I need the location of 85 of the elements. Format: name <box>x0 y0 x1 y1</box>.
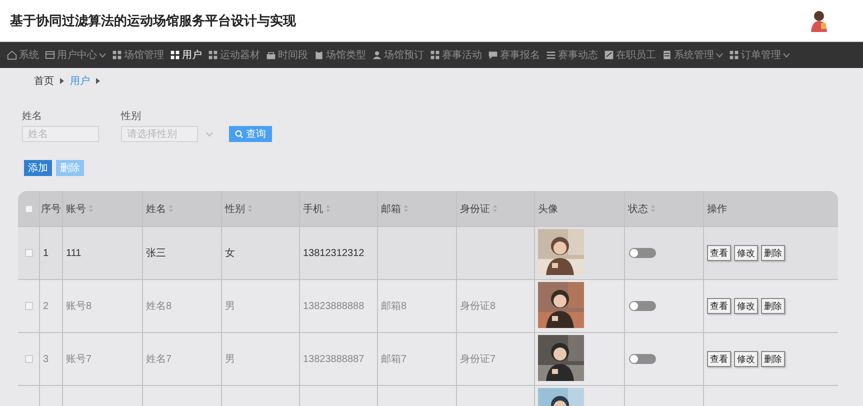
toggle-switch[interactable] <box>629 354 656 364</box>
grid-icon <box>208 50 218 60</box>
bag-icon <box>266 50 276 60</box>
view-button[interactable]: 查看 <box>707 351 731 367</box>
nav-item[interactable]: 在职员工 <box>601 42 659 68</box>
table-cell-text: 姓名7 <box>146 353 172 366</box>
table-cell-text: 邮箱8 <box>381 300 407 313</box>
table-cell-text: 男 <box>225 300 235 313</box>
chevron-right-icon <box>60 78 64 84</box>
avatar-icon[interactable] <box>809 10 829 32</box>
home-icon <box>7 50 17 60</box>
table-cell: 13823888887 <box>303 354 364 364</box>
delete-button[interactable]: 删除 <box>761 298 785 314</box>
column-header[interactable]: 性别 <box>225 202 245 216</box>
nav-item[interactable]: 用户 <box>167 42 205 68</box>
nav-item[interactable]: 场馆预订 <box>369 42 427 68</box>
table-cell: 13823888888 <box>303 300 364 312</box>
checkbox[interactable] <box>24 204 32 212</box>
table-cell-text: 张三 <box>146 246 166 260</box>
nav-item[interactable]: 场馆类型 <box>311 42 369 68</box>
nav-item[interactable]: 运动器材 <box>205 42 263 68</box>
window-title: 基于协同过滤算法的运动场馆服务平台设计与实现 <box>10 12 296 30</box>
table-cell: 1 <box>43 248 49 258</box>
card-icon <box>45 50 55 60</box>
delete-button[interactable]: 删除 <box>761 351 785 367</box>
nav-item[interactable]: 订单管理 <box>726 42 793 68</box>
column-header: 操作 <box>707 202 727 216</box>
nav-item[interactable]: 赛事报名 <box>485 42 543 68</box>
nav-item[interactable]: 用户中心 <box>42 42 109 68</box>
table-cell-text: 账号7 <box>66 352 92 366</box>
column-header: 头像 <box>538 202 558 216</box>
nav-item[interactable]: 系统管理 <box>659 42 726 68</box>
table-cell: 3 <box>43 354 49 364</box>
view-button[interactable]: 查看 <box>707 298 731 314</box>
nav-item[interactable]: 赛事活动 <box>427 42 485 68</box>
clipboard-icon <box>314 50 324 60</box>
checkbox[interactable] <box>24 302 32 310</box>
toggle-switch[interactable] <box>629 301 656 311</box>
column-header[interactable]: 邮箱 <box>381 202 401 216</box>
search-icon <box>235 130 243 138</box>
table-cell-text: 邮箱7 <box>381 352 407 366</box>
edit-button[interactable]: 修改 <box>734 298 758 314</box>
checkbox[interactable] <box>24 249 32 257</box>
field-label: 姓名 <box>22 110 43 123</box>
column-header[interactable]: 姓名 <box>146 202 166 216</box>
table-cell-text: 身份证8 <box>460 300 496 313</box>
chevron-down-icon <box>206 132 213 136</box>
nav-item[interactable]: 场馆管理 <box>109 42 167 68</box>
input-field[interactable]: 姓名 <box>22 126 99 142</box>
chat-icon <box>488 50 498 60</box>
nav-item[interactable]: 赛事动态 <box>543 42 601 68</box>
grid-icon <box>430 50 440 60</box>
chevron-right-icon <box>96 78 100 84</box>
column-header: 序号 <box>41 202 61 216</box>
table-cell: 13812312312 <box>303 248 364 258</box>
select-field[interactable]: 请选择性别 <box>121 126 198 142</box>
nav-item[interactable]: 时间段 <box>263 42 311 68</box>
edit-button[interactable]: 修改 <box>734 245 758 261</box>
column-header[interactable]: 身份证 <box>460 202 490 216</box>
list-icon <box>546 50 556 60</box>
square-icon <box>604 50 614 60</box>
table-cell: 111 <box>66 248 82 258</box>
column-header[interactable]: 账号 <box>66 202 86 216</box>
view-button[interactable]: 查看 <box>707 245 731 261</box>
table-cell-text: 身份证7 <box>460 353 496 366</box>
edit-button[interactable]: 修改 <box>734 351 758 367</box>
toggle-switch[interactable] <box>629 248 656 258</box>
table-cell-text: 账号8 <box>66 300 92 313</box>
delete-button[interactable]: 删除 <box>761 245 785 261</box>
table-cell-text: 男 <box>225 353 235 366</box>
document-icon <box>662 50 672 60</box>
column-header[interactable]: 手机 <box>303 202 323 216</box>
grid-icon <box>170 50 180 60</box>
table-cell: 2 <box>43 300 49 312</box>
column-header[interactable]: 状态 <box>628 202 648 216</box>
table-cell-text: 姓名8 <box>146 300 172 313</box>
user-icon <box>372 50 382 60</box>
breadcrumb-link[interactable]: 首页 <box>34 74 54 88</box>
checkbox[interactable] <box>24 355 32 363</box>
field-label: 性别 <box>121 110 142 123</box>
add-button[interactable]: 添加 <box>24 160 52 176</box>
nav-item[interactable]: 系统 <box>4 42 42 68</box>
table-cell-text: 女 <box>225 247 235 260</box>
grid-icon <box>729 50 739 60</box>
grid-icon <box>112 50 122 60</box>
